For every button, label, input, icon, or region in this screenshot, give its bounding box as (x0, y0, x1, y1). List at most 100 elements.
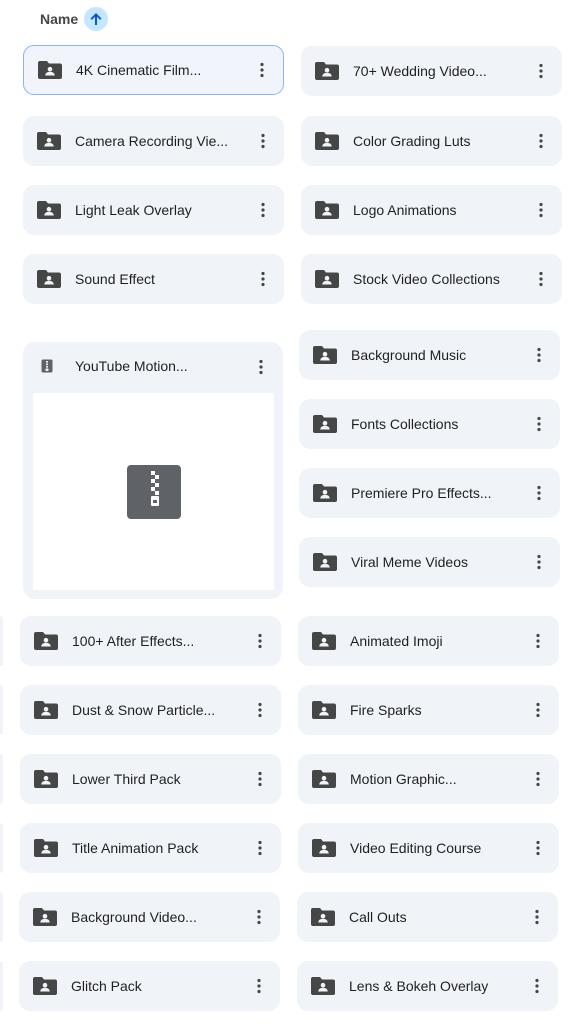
shared-folder-icon (315, 201, 339, 219)
edge-sliver (0, 616, 3, 666)
folder-name: Motion Graphic... (350, 771, 457, 787)
folder-name: Video Editing Course (350, 840, 482, 856)
more-options-icon[interactable] (253, 61, 271, 79)
folder-name: Background Music (351, 347, 467, 363)
folder-tile[interactable]: 4K Cinematic Film... (23, 45, 284, 95)
more-options-icon[interactable] (532, 270, 550, 288)
folder-tile[interactable]: Lower Third Pack (20, 754, 281, 804)
zip-file-icon (127, 465, 181, 519)
shared-folder-icon (312, 701, 336, 719)
more-options-icon[interactable] (530, 553, 548, 571)
more-options-icon[interactable] (530, 484, 548, 502)
shared-folder-icon (34, 839, 58, 857)
shared-folder-icon (37, 270, 61, 288)
shared-folder-icon (313, 415, 337, 433)
shared-folder-icon (37, 201, 61, 219)
folder-name: 4K Cinematic Film... (76, 62, 202, 78)
zip-file-card[interactable]: YouTube Motion... (23, 342, 283, 599)
more-options-icon[interactable] (251, 632, 269, 650)
folder-tile[interactable]: Sound Effect (23, 254, 284, 304)
more-options-icon[interactable] (530, 415, 548, 433)
more-options-icon[interactable] (254, 132, 272, 150)
more-options-icon[interactable] (254, 201, 272, 219)
folder-name: Lens & Bokeh Overlay (349, 978, 489, 994)
more-options-icon[interactable] (251, 701, 269, 719)
shared-folder-icon (34, 701, 58, 719)
more-options-icon[interactable] (532, 132, 550, 150)
folder-tile[interactable]: Dust & Snow Particle... (20, 685, 281, 735)
folder-name: Premiere Pro Effects... (351, 485, 492, 501)
folder-tile[interactable]: Lens & Bokeh Overlay (297, 961, 558, 1011)
more-options-icon[interactable] (528, 908, 546, 926)
folder-tile[interactable]: Premiere Pro Effects... (299, 468, 560, 518)
folder-tile[interactable]: Logo Animations (301, 185, 562, 235)
shared-folder-icon (313, 553, 337, 571)
folder-tile[interactable]: Background Music (299, 330, 560, 380)
folder-name: Stock Video Collections (353, 271, 500, 287)
folder-name: Light Leak Overlay (75, 202, 192, 218)
shared-folder-icon (315, 62, 339, 80)
shared-folder-icon (311, 908, 335, 926)
file-preview[interactable] (33, 393, 274, 590)
more-options-icon[interactable] (530, 346, 548, 364)
folder-tile[interactable]: Fire Sparks (298, 685, 559, 735)
shared-folder-icon (33, 908, 57, 926)
folder-tile[interactable]: Viral Meme Videos (299, 537, 560, 587)
folder-tile[interactable]: Motion Graphic... (298, 754, 559, 804)
sort-header[interactable]: Name (40, 6, 109, 32)
folder-tile[interactable]: 70+ Wedding Video... (301, 46, 562, 96)
folder-name: Lower Third Pack (72, 771, 181, 787)
folder-name: Sound Effect (75, 271, 155, 287)
folder-name: Animated Imoji (350, 633, 443, 649)
folder-tile[interactable]: Video Editing Course (298, 823, 559, 873)
folder-name: Background Video... (71, 909, 197, 925)
edge-sliver (0, 961, 3, 1011)
shared-folder-icon (37, 132, 61, 150)
folder-tile[interactable]: Call Outs (297, 892, 558, 942)
more-options-icon[interactable] (529, 770, 547, 788)
more-options-icon[interactable] (251, 770, 269, 788)
more-options-icon[interactable] (250, 908, 268, 926)
more-options-icon[interactable] (529, 632, 547, 650)
more-options-icon[interactable] (251, 839, 269, 857)
edge-sliver (0, 892, 3, 942)
shared-folder-icon (34, 770, 58, 788)
more-options-icon[interactable] (532, 201, 550, 219)
shared-folder-icon (312, 770, 336, 788)
folder-tile[interactable]: 100+ After Effects... (20, 616, 281, 666)
edge-sliver (0, 754, 3, 804)
folder-tile[interactable]: Title Animation Pack (20, 823, 281, 873)
folder-name: Fonts Collections (351, 416, 459, 432)
shared-folder-icon (33, 977, 57, 995)
folder-tile[interactable]: Stock Video Collections (301, 254, 562, 304)
folder-name: Fire Sparks (350, 702, 422, 718)
folder-name: Color Grading Luts (353, 133, 471, 149)
sort-label[interactable]: Name (40, 11, 78, 27)
folder-name: 100+ After Effects... (72, 633, 195, 649)
more-options-icon[interactable] (250, 977, 268, 995)
more-options-icon[interactable] (252, 358, 270, 376)
folder-tile[interactable]: Background Video... (19, 892, 280, 942)
more-options-icon[interactable] (529, 839, 547, 857)
folder-name: Logo Animations (353, 202, 457, 218)
shared-folder-icon (34, 632, 58, 650)
folder-name: Call Outs (349, 909, 407, 925)
folder-tile[interactable]: Fonts Collections (299, 399, 560, 449)
folder-tile[interactable]: Light Leak Overlay (23, 185, 284, 235)
edge-sliver (0, 823, 3, 873)
folder-tile[interactable]: Camera Recording Vie... (23, 116, 284, 166)
shared-folder-icon (38, 61, 62, 79)
more-options-icon[interactable] (254, 270, 272, 288)
shared-folder-icon (312, 632, 336, 650)
folder-tile[interactable]: Color Grading Luts (301, 116, 562, 166)
arrow-up-icon[interactable] (84, 7, 109, 31)
shared-folder-icon (313, 346, 337, 364)
folder-tile[interactable]: Animated Imoji (298, 616, 559, 666)
folder-tile[interactable]: Glitch Pack (19, 961, 280, 1011)
shared-folder-icon (315, 270, 339, 288)
folder-name: Glitch Pack (71, 978, 142, 994)
more-options-icon[interactable] (529, 701, 547, 719)
more-options-icon[interactable] (532, 62, 550, 80)
more-options-icon[interactable] (528, 977, 546, 995)
zip-file-header[interactable]: YouTube Motion... (23, 342, 283, 392)
